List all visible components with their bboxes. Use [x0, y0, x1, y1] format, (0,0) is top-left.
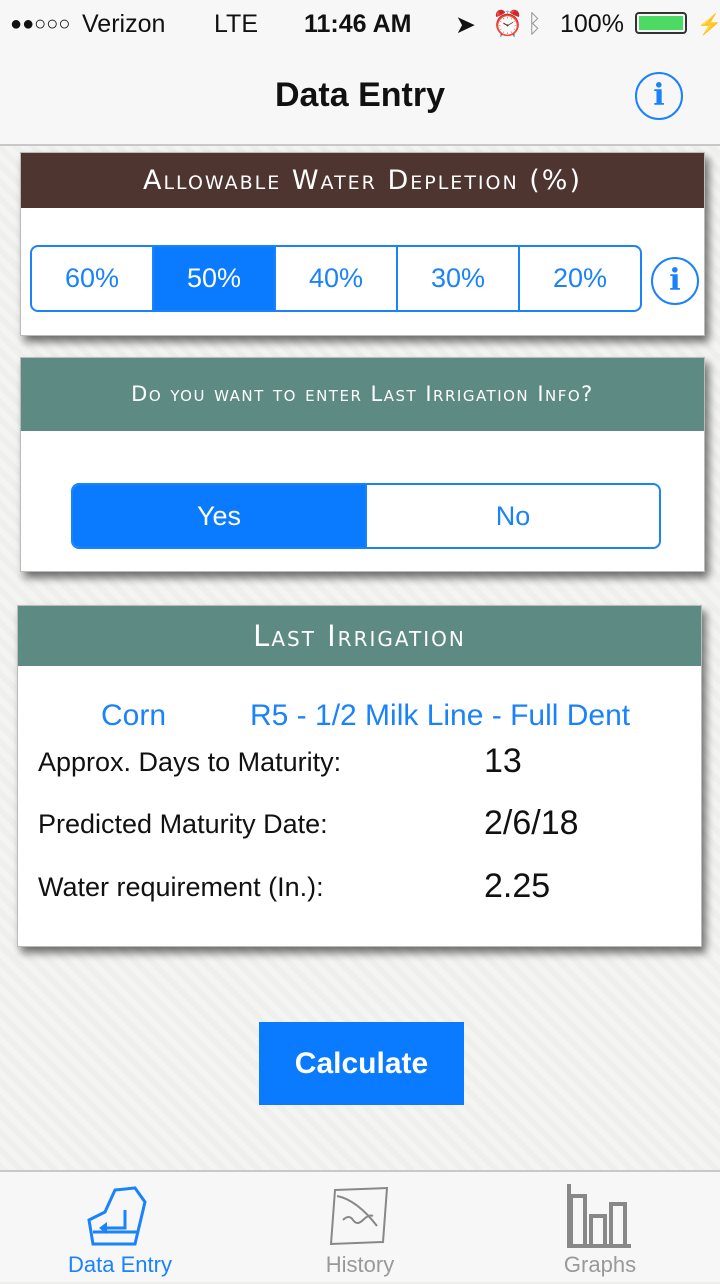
page-title: Data Entry	[274, 76, 446, 114]
maturity-date-label: Predicted Maturity Date:	[38, 809, 328, 839]
stage-picker[interactable]: R5 - 1/2 Milk Line - Full Dent	[250, 699, 630, 733]
irrigation-prompt-title: Do you want to enter Last Irrigation Inf…	[21, 358, 704, 431]
last-irrigation-card: Last Irrigation Corn R5 - 1/2 Milk Line …	[17, 605, 702, 947]
nav-bar: Data Entry i	[0, 48, 720, 146]
bluetooth-icon: ᛒ	[527, 10, 543, 38]
irrigation-prompt-toggle[interactable]: Yes No	[71, 483, 661, 549]
depletion-option-30[interactable]: 30%	[396, 247, 518, 310]
tab-label: Data Entry	[68, 1252, 172, 1277]
depletion-option-50[interactable]: 50%	[152, 247, 274, 310]
yes-option[interactable]: Yes	[73, 485, 365, 547]
maturity-date-value: 2/6/18	[484, 804, 579, 842]
days-to-maturity-label: Approx. Days to Maturity:	[38, 747, 342, 777]
tab-bar: Data Entry History Graphs	[0, 1170, 720, 1282]
depletion-title: Allowable Water Depletion (%)	[21, 153, 704, 208]
signal-icon: ●●○○○	[10, 13, 71, 35]
data-entry-icon	[87, 1186, 147, 1246]
water-requirement-label: Water requirement (In.):	[38, 872, 324, 902]
depletion-option-60[interactable]: 60%	[32, 247, 152, 310]
tab-graphs[interactable]: Graphs	[480, 1172, 720, 1284]
battery-percent: 100%	[560, 10, 624, 38]
network: LTE	[214, 10, 258, 38]
last-irrigation-title: Last Irrigation	[18, 606, 701, 666]
calculate-button[interactable]: Calculate	[259, 1022, 464, 1105]
tab-data-entry[interactable]: Data Entry	[0, 1172, 240, 1284]
location-icon: ➤	[455, 11, 476, 39]
depletion-segmented-control[interactable]: 60% 50% 40% 30% 20%	[30, 245, 642, 312]
time: 11:46 AM	[304, 10, 412, 38]
days-to-maturity-value: 13	[484, 742, 522, 780]
crop-picker[interactable]: Corn	[101, 699, 166, 733]
tab-history[interactable]: History	[240, 1172, 480, 1284]
info-icon[interactable]: i	[635, 72, 683, 120]
charging-icon: ⚡	[697, 14, 720, 36]
bar-chart-icon	[567, 1184, 631, 1248]
depletion-info-icon[interactable]: i	[651, 257, 699, 305]
tab-label: Graphs	[563, 1252, 637, 1277]
irrigation-prompt-card: Do you want to enter Last Irrigation Inf…	[20, 357, 705, 572]
status-bar: ●●○○○ Verizon LTE 11:46 AM ➤ ⏰ ᛒ 100% ⚡	[0, 0, 720, 48]
alarm-icon: ⏰	[492, 10, 524, 38]
tab-label: History	[325, 1252, 395, 1277]
battery-icon	[635, 12, 687, 34]
depletion-option-40[interactable]: 40%	[274, 247, 396, 310]
depletion-option-20[interactable]: 20%	[518, 247, 640, 310]
scroll-icon	[329, 1186, 389, 1246]
water-requirement-value: 2.25	[484, 867, 551, 905]
carrier: Verizon	[82, 10, 166, 38]
depletion-card: Allowable Water Depletion (%) 60% 50% 40…	[20, 152, 705, 336]
no-option[interactable]: No	[365, 485, 659, 547]
